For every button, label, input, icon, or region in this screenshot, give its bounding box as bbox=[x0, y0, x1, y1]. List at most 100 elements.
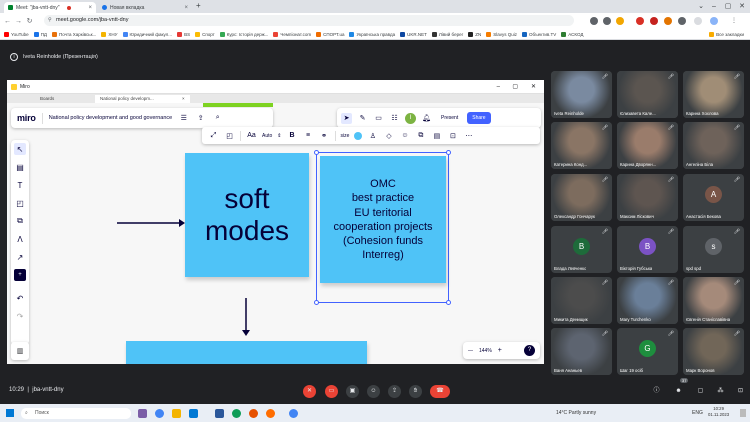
assign-icon[interactable]: ♙ bbox=[367, 130, 378, 141]
chrome-icon[interactable] bbox=[155, 409, 164, 418]
align-icon[interactable]: ≡ bbox=[303, 130, 314, 141]
tab-boards[interactable]: Boards bbox=[35, 95, 59, 103]
sticky-note-omc[interactable]: OMC best practice EU teritorial cooperat… bbox=[320, 156, 446, 283]
font-icon[interactable]: Aa bbox=[246, 130, 257, 141]
participant-tile[interactable]: 🎤︎ Карина Хохлова bbox=[683, 71, 744, 118]
participant-tile[interactable]: G 🎤︎ Шаг 19 осіб bbox=[617, 328, 678, 375]
bookmark[interactable]: BS bbox=[177, 31, 190, 37]
reactions-icon[interactable]: ✎ bbox=[357, 113, 368, 124]
bookmark[interactable]: ZN bbox=[468, 31, 481, 37]
select-tool-icon[interactable]: ↖ bbox=[14, 143, 26, 155]
board-name[interactable]: National policy development and good gov… bbox=[49, 115, 173, 121]
resize-handle[interactable] bbox=[314, 150, 319, 155]
shapes-tool-icon[interactable]: ⧉ bbox=[14, 215, 26, 227]
edge-icon[interactable] bbox=[189, 409, 198, 418]
bookmark[interactable]: Slavys Quiz bbox=[486, 31, 517, 37]
bookmark[interactable]: Чемпіонат.com bbox=[273, 31, 311, 37]
cursor-icon[interactable]: ➤ bbox=[341, 112, 352, 124]
bookmark[interactable]: Курс: Історія держ... bbox=[219, 31, 268, 37]
more-icon[interactable]: ⋯ bbox=[463, 130, 474, 141]
miro-logo[interactable]: miro bbox=[17, 113, 36, 123]
language[interactable]: ENG bbox=[692, 410, 703, 416]
resize-handle[interactable] bbox=[314, 300, 319, 305]
bookmark[interactable]: Лівий берег bbox=[431, 31, 463, 37]
share-button[interactable]: Share bbox=[467, 112, 491, 124]
search-icon[interactable]: ⌕ bbox=[212, 113, 223, 124]
bookmark[interactable]: СПОРТ.ua bbox=[316, 31, 344, 37]
windows-start-icon[interactable] bbox=[6, 409, 14, 417]
chat-icon[interactable]: ▢ bbox=[694, 385, 707, 398]
connector-tool-icon[interactable]: ↗ bbox=[14, 251, 26, 263]
share-icon[interactable] bbox=[603, 17, 611, 25]
forward-icon[interactable]: → bbox=[13, 18, 24, 25]
menu-icon[interactable]: ⋮ bbox=[730, 17, 738, 25]
activities-icon[interactable]: ⁂ bbox=[714, 385, 727, 398]
help-icon[interactable]: ? bbox=[524, 345, 535, 356]
bookmark[interactable]: Почта Харківськ... bbox=[51, 31, 96, 37]
all-bookmarks[interactable]: Все закладки bbox=[709, 31, 744, 37]
maximize-icon[interactable]: ▢ bbox=[721, 0, 735, 13]
participant-tile[interactable]: 🎤︎ Катерина Конд... bbox=[551, 122, 612, 169]
participant-tile[interactable]: 🎤︎ Ваня Ананьев bbox=[551, 328, 612, 375]
participant-tile[interactable]: 🎤︎ Микита Денищик bbox=[551, 277, 612, 324]
text-tool-icon[interactable]: T bbox=[14, 179, 26, 191]
sticky-tool-icon[interactable]: ◰ bbox=[14, 197, 26, 209]
avatar[interactable]: I bbox=[405, 112, 416, 124]
redo-icon[interactable]: ↷ bbox=[14, 310, 26, 322]
participant-tile[interactable]: 🎤︎ Ангеліна Біла bbox=[683, 122, 744, 169]
captions-icon[interactable]: ▣ bbox=[346, 385, 359, 398]
emoji-icon[interactable]: ☺ bbox=[367, 385, 380, 398]
extension-abp-icon[interactable] bbox=[650, 17, 658, 25]
sticky-icon[interactable]: ◰ bbox=[224, 130, 235, 141]
extension-opera-icon[interactable] bbox=[636, 17, 644, 25]
info-icon[interactable]: ⓘ bbox=[650, 385, 663, 398]
info-icon[interactable]: i bbox=[10, 53, 18, 61]
folder-icon[interactable] bbox=[172, 409, 181, 418]
participant-tile[interactable]: 🎤︎ Iveta Reinholde bbox=[551, 71, 612, 118]
bookmark[interactable]: ХНУ bbox=[101, 31, 118, 37]
close-icon[interactable]: × bbox=[177, 95, 190, 103]
notes-icon[interactable]: ☷ bbox=[389, 113, 400, 124]
lock-icon[interactable]: ⊡ bbox=[734, 385, 747, 398]
participant-tile[interactable]: 🎤︎ Карина Дворянн... bbox=[617, 122, 678, 169]
copy-icon[interactable]: ⧉ bbox=[415, 130, 426, 141]
system-clock[interactable]: 10:29 01.11.2023 bbox=[708, 406, 729, 418]
app-icon[interactable] bbox=[266, 409, 275, 418]
participant-tile[interactable]: 🎤︎ Олександр Гончарук bbox=[551, 174, 612, 221]
weather[interactable]: 14°C Partly sunny bbox=[556, 410, 596, 416]
minimize-icon[interactable]: – bbox=[497, 84, 500, 90]
tag-icon[interactable]: ◇ bbox=[383, 130, 394, 141]
participant-tile[interactable]: 🎤︎ Максим Ліскович bbox=[617, 174, 678, 221]
taskbar-search[interactable]: ⌕ Поиск bbox=[21, 408, 131, 419]
raise-hand-icon[interactable]: ✋︎ bbox=[409, 385, 422, 398]
new-tab-icon[interactable]: + bbox=[196, 1, 201, 10]
tab-new[interactable]: Новая вкладка × bbox=[98, 2, 192, 13]
bookmark[interactable]: UKR.NET bbox=[400, 31, 427, 37]
participant-tile[interactable]: s 🎤︎ spd spd bbox=[683, 226, 744, 273]
export-icon[interactable]: ⇪ bbox=[195, 113, 206, 124]
comment-icon[interactable]: ▭ bbox=[373, 113, 384, 124]
notification-icon[interactable] bbox=[740, 409, 746, 417]
people-icon[interactable]: ☻ bbox=[672, 385, 685, 398]
sticky-note-soft-modes[interactable]: soft modes bbox=[185, 153, 309, 277]
link-icon[interactable]: ⚭ bbox=[319, 130, 330, 141]
size-label[interactable]: size bbox=[341, 133, 350, 139]
extension-icon[interactable] bbox=[664, 17, 672, 25]
avatar[interactable] bbox=[710, 17, 718, 25]
participant-tile[interactable]: 🎤︎ Євгенія Станіславівна bbox=[683, 277, 744, 324]
minimize-icon[interactable]: – bbox=[707, 0, 721, 13]
word-icon[interactable] bbox=[215, 409, 224, 418]
camera-off-icon[interactable]: ▭ bbox=[325, 385, 338, 398]
participant-tile[interactable]: 🎤︎ Єлизавета Кале... bbox=[617, 71, 678, 118]
chrome-icon[interactable] bbox=[232, 409, 241, 418]
emoji-icon[interactable]: ☺ bbox=[399, 130, 410, 141]
reload-icon[interactable]: ↻ bbox=[24, 17, 35, 25]
participant-tile[interactable]: 🎤︎ Mary Turchenko bbox=[617, 277, 678, 324]
sticky-note-partial[interactable] bbox=[126, 341, 367, 364]
back-icon[interactable]: ← bbox=[2, 18, 13, 25]
lock-icon[interactable]: ⊡ bbox=[447, 130, 458, 141]
frame-tool-icon[interactable]: ▤ bbox=[14, 161, 26, 173]
sidebar-icon[interactable] bbox=[694, 17, 702, 25]
zoom-level[interactable]: 144% bbox=[479, 348, 492, 354]
task-view-icon[interactable] bbox=[138, 409, 147, 418]
